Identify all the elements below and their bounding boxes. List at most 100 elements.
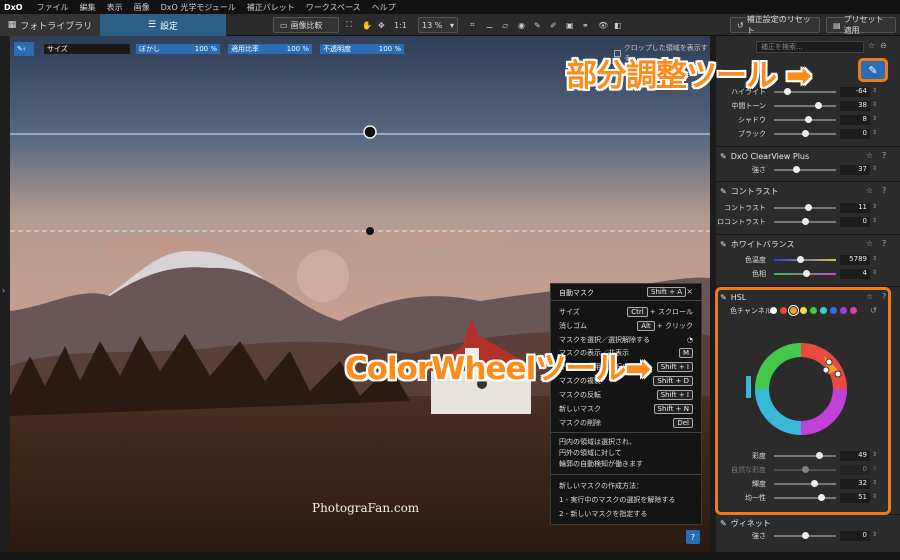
link-icon[interactable]: ⚭ — [582, 17, 589, 33]
slider-knob[interactable] — [815, 102, 823, 109]
spinner-icon[interactable]: ⇕ — [872, 115, 877, 122]
menu-file[interactable]: ファイル — [37, 2, 69, 13]
slider-value[interactable]: 4 — [840, 269, 870, 279]
toggle-icon[interactable]: ⊖ — [880, 41, 887, 50]
star-icon[interactable]: ☆ — [866, 186, 873, 195]
local-adjustments-button[interactable]: ✎ — [858, 58, 888, 82]
slider-value[interactable]: 38 — [840, 101, 870, 111]
divider — [551, 432, 701, 433]
spinner-icon[interactable]: ⇕ — [872, 165, 877, 172]
spinner-icon[interactable]: ⇕ — [872, 203, 877, 210]
slider-track[interactable] — [774, 169, 836, 171]
star-icon[interactable]: ☆ — [866, 151, 873, 160]
menu-image[interactable]: 画像 — [134, 2, 150, 13]
help-button[interactable]: ? — [686, 530, 700, 544]
slider-row[interactable]: 色温度 5789 ⇕ — [716, 254, 900, 266]
slider-value[interactable]: -64 — [840, 87, 870, 97]
divider — [716, 146, 900, 147]
spinner-icon[interactable]: ⇕ — [872, 129, 877, 136]
slider-knob[interactable] — [804, 116, 812, 123]
slider-value[interactable]: 5789 — [840, 255, 870, 265]
opacity-slider[interactable]: 不透明度 100 % — [320, 44, 404, 54]
star-icon[interactable]: ☆ — [868, 41, 875, 50]
slider-value[interactable]: 8 — [840, 115, 870, 125]
contrast-title: コントラスト — [730, 186, 779, 196]
zoom-select[interactable]: 13 % ▾ — [418, 17, 458, 33]
perspective-icon[interactable]: ▱ — [502, 17, 508, 33]
feather-slider[interactable]: ぼかし 100 % — [136, 44, 220, 54]
left-panel-collapse[interactable]: › — [0, 36, 10, 552]
reset-icon: ↺ — [737, 20, 744, 30]
slider-track[interactable] — [774, 105, 836, 107]
contrast-header[interactable]: ✎ コントラスト — [720, 184, 779, 198]
apply-preset-button[interactable]: ▤ プリセット適用 — [826, 15, 896, 35]
watermark-icon[interactable]: ▣ — [566, 17, 574, 33]
spinner-icon[interactable]: ⇕ — [872, 531, 877, 538]
white-balance-header[interactable]: ✎ ホワイトバランス — [720, 237, 795, 251]
before-after-icon[interactable]: ◧ — [614, 17, 622, 33]
slider-row[interactable]: シャドウ 8 ⇕ — [716, 114, 900, 126]
crop-icon[interactable]: ⌗ — [470, 17, 475, 33]
menu-help[interactable]: ヘルプ — [372, 2, 396, 13]
divider — [551, 300, 701, 301]
spinner-icon[interactable]: ⇕ — [872, 217, 877, 224]
size-field[interactable]: サイズ — [44, 44, 130, 54]
vignette-header[interactable]: ✎ ヴィネット — [720, 516, 771, 530]
close-icon[interactable]: × — [686, 287, 693, 296]
slider-track[interactable] — [774, 259, 836, 261]
slider-value[interactable]: 37 — [840, 165, 870, 175]
spinner-icon[interactable]: ⇕ — [872, 269, 877, 276]
slider-row[interactable]: 中間トーン 38 ⇕ — [716, 100, 900, 112]
flow-slider[interactable]: 適用比率 100 % — [228, 44, 312, 54]
help-icon[interactable]: ? — [882, 151, 886, 160]
help-icon[interactable]: ? — [882, 239, 886, 248]
spinner-icon[interactable]: ⇕ — [872, 101, 877, 108]
tab-photo-library[interactable]: ▦ フォトライブラリ — [0, 14, 100, 36]
slider-row[interactable]: 色相 4 ⇕ — [716, 268, 900, 280]
repair-icon[interactable]: ✎ — [534, 17, 541, 33]
menu-optics[interactable]: DxO 光学モジュール — [161, 2, 236, 13]
compare-button[interactable]: ▭ 画像比較 — [273, 17, 339, 33]
slider-row[interactable]: ブラック 0 ⇕ — [716, 128, 900, 140]
local-adjust-toolbar-icon[interactable]: ✐ — [550, 17, 557, 33]
slider-row[interactable]: コントラスト 11 ⇕ — [716, 202, 900, 214]
menu-palettes[interactable]: 補正パレット — [247, 2, 295, 13]
slider-value[interactable]: 0 — [840, 129, 870, 139]
tab-customize[interactable]: ☰ 設定 — [100, 14, 226, 36]
menu-view[interactable]: 表示 — [107, 2, 123, 13]
slider-knob[interactable] — [804, 204, 812, 211]
help-desc-2: 円外の領域に対して — [559, 449, 622, 457]
slider-row[interactable]: マイクロコントラスト 0⇕ — [716, 216, 900, 228]
slider-label: 色温度 — [745, 256, 766, 264]
star-icon[interactable]: ☆ — [866, 239, 873, 248]
slider-knob[interactable] — [802, 270, 810, 277]
slider-knob[interactable] — [802, 532, 809, 539]
slider-knob[interactable] — [793, 166, 801, 173]
slider-knob[interactable] — [801, 130, 809, 137]
move-icon[interactable]: ✥ — [378, 17, 385, 33]
fit-icon[interactable]: ⛶ — [346, 17, 352, 33]
slider-row[interactable]: 強さ 0 ⇕ — [716, 530, 900, 542]
clearview-header[interactable]: ✎ DxO ClearView Plus — [720, 149, 809, 163]
horizon-icon[interactable]: ⚊ — [486, 17, 493, 33]
slider-value[interactable]: 0 — [840, 217, 870, 227]
help-icon[interactable]: ? — [882, 186, 886, 195]
eye-icon[interactable]: 👁 — [598, 17, 608, 33]
red-eye-icon[interactable]: ◉ — [518, 17, 525, 33]
brush-mode-button[interactable]: ✎‹ — [14, 42, 34, 56]
help-row-label: マスクの反転 — [559, 390, 601, 399]
slider-knob[interactable] — [801, 218, 809, 225]
menu-edit[interactable]: 編集 — [80, 2, 96, 13]
slider-knob[interactable] — [796, 256, 804, 263]
menu-workspace[interactable]: ワークスペース — [306, 2, 361, 13]
slider-value[interactable]: 0 — [840, 531, 870, 541]
slider-row[interactable]: 強さ 37 ⇕ — [716, 164, 900, 176]
hand-icon[interactable]: ✋ — [362, 17, 372, 33]
help-row: マスクの反転 Shift + I — [559, 389, 693, 400]
reset-button[interactable]: ↺ 補正設定のリセット — [730, 15, 820, 35]
slider-value[interactable]: 11 — [840, 203, 870, 213]
zoom-1to1-button[interactable]: 1:1 — [394, 17, 407, 33]
spinner-icon[interactable]: ⇕ — [872, 255, 877, 262]
help-desc-3: 輪郭の自動検知が働きます — [559, 460, 643, 468]
spinner-icon[interactable]: ⇕ — [872, 87, 877, 94]
